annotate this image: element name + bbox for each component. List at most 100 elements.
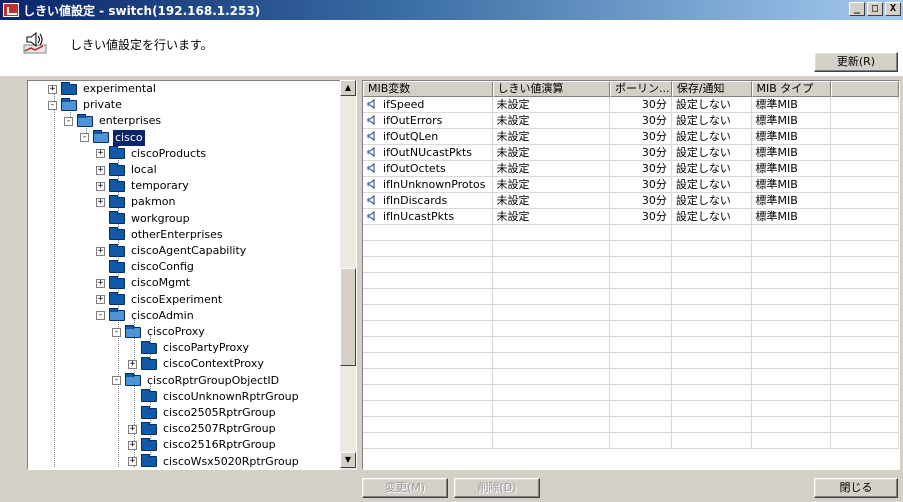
tree-item[interactable]: + cisco2516RptrGroup — [128, 437, 278, 453]
expand-icon[interactable]: + — [96, 181, 105, 191]
collapse-icon[interactable]: - — [80, 133, 89, 143]
tree-item[interactable]: + ciscoProducts — [96, 146, 208, 162]
tree-item[interactable]: - ciscoProxy — [112, 324, 207, 340]
cell-text: 設定しない — [675, 130, 731, 143]
table-body: ifSpeed 未設定 30分 設定しない 標準MIB ifOutErrors 未設定 30分… — [363, 97, 899, 449]
cell-text: ifOutErrors — [383, 114, 443, 127]
tree-item[interactable]: ciscoUnknownRptrGroup — [128, 389, 301, 405]
table-row[interactable]: ifOutErrors 未設定 30分 設定しない 標準MIB — [363, 113, 899, 129]
close-button[interactable]: 閉じる — [814, 478, 898, 498]
delete-button[interactable]: 削除(D) — [454, 478, 540, 498]
tree-item[interactable]: + ciscoAgentCapability — [96, 243, 248, 259]
collapse-icon[interactable]: - — [48, 100, 57, 110]
tree-item[interactable]: ciscoPartyProxy — [128, 340, 251, 356]
table-row[interactable]: ifInUcastPkts 未設定 30分 設定しない 標準MIB — [363, 209, 899, 225]
table-cell — [752, 337, 832, 353]
cell-text: 30分 — [641, 210, 667, 223]
table-cell — [672, 369, 752, 385]
cell-text: 標準MIB — [755, 114, 798, 127]
table-cell: 30分 — [610, 209, 672, 225]
tree-item[interactable]: cisco2505RptrGroup — [128, 405, 278, 421]
table-cell — [363, 385, 493, 401]
column-header-mib-type[interactable]: MIB タイプ — [751, 81, 832, 97]
table-cell — [610, 417, 672, 433]
collapse-icon[interactable]: - — [112, 376, 121, 386]
update-button[interactable]: 更新(R) — [814, 52, 898, 72]
table-cell: 未設定 — [493, 209, 611, 225]
expand-icon[interactable]: + — [96, 165, 105, 175]
tree-item[interactable]: + ciscoWsx5020RptrGroup — [128, 454, 301, 469]
tree-item[interactable]: + cisco2507RptrGroup — [128, 421, 278, 437]
table-cell — [831, 353, 899, 369]
maximize-button[interactable]: □ — [867, 2, 883, 16]
tree-item[interactable]: otherEnterprises — [96, 227, 225, 243]
table-cell — [363, 417, 493, 433]
expand-icon[interactable]: + — [128, 440, 137, 450]
table-row[interactable]: ifSpeed 未設定 30分 設定しない 標準MIB — [363, 97, 899, 113]
minimize-button[interactable]: _ — [849, 2, 865, 16]
table-row[interactable]: ifInDiscards 未設定 30分 設定しない 標準MIB — [363, 193, 899, 209]
speaker-small-icon — [367, 131, 375, 141]
tree-item-label: cisco2516RptrGroup — [163, 438, 276, 452]
tree-item[interactable]: ciscoConfig — [96, 259, 196, 275]
tree-item[interactable]: + local — [96, 162, 159, 178]
tree-item[interactable]: + temporary — [96, 178, 191, 194]
cell-text: 未設定 — [496, 210, 530, 223]
scroll-down-icon[interactable]: ▼ — [340, 452, 356, 468]
table-row — [363, 417, 899, 433]
close-window-button[interactable]: X — [885, 2, 901, 16]
table-cell — [610, 353, 672, 369]
column-header-mib-var[interactable]: MIB変数 — [363, 81, 493, 97]
column-header-threshold[interactable]: しきい値演算 — [492, 81, 611, 97]
table-cell — [493, 369, 611, 385]
title-bar[interactable]: しきい値設定 - switch(192.168.1.253) _ □ X — [0, 0, 903, 20]
expand-icon[interactable]: + — [96, 295, 105, 305]
tree-item-label: ciscoProxy — [147, 325, 205, 338]
tree-item[interactable]: + pakmon — [96, 194, 178, 210]
scroll-thumb[interactable] — [340, 268, 356, 366]
folder-icon — [141, 454, 157, 468]
expand-icon[interactable]: + — [128, 424, 137, 434]
tree-item[interactable]: + ciscoMgmt — [96, 275, 192, 291]
table-cell: 設定しない — [672, 129, 752, 145]
table-row[interactable]: ifOutOctets 未設定 30分 設定しない 標準MIB — [363, 161, 899, 177]
scroll-up-icon[interactable]: ▲ — [340, 80, 356, 96]
table-row[interactable]: ifOutQLen 未設定 30分 設定しない 標準MIB — [363, 129, 899, 145]
column-header-polling[interactable]: ポーリン... — [610, 81, 672, 97]
edit-button[interactable]: 変更(M) — [362, 478, 448, 498]
tree-item[interactable]: + ciscoContextProxy — [128, 356, 266, 372]
tree-item[interactable]: workgroup — [96, 211, 192, 227]
folder-icon — [61, 81, 77, 95]
tree-item[interactable]: + experimental — [48, 81, 158, 97]
tree-item[interactable]: + ciscoExperiment — [96, 292, 224, 308]
cell-text: 標準MIB — [755, 210, 798, 223]
table-row — [363, 353, 899, 369]
table-cell — [610, 369, 672, 385]
collapse-icon[interactable]: - — [64, 116, 73, 126]
tree-item[interactable]: - enterprises — [64, 113, 163, 129]
table-cell — [610, 321, 672, 337]
tree-item-label: ciscoWsx5020RptrGroup — [163, 454, 299, 468]
collapse-icon[interactable]: - — [112, 327, 121, 337]
tree-item[interactable]: - private — [48, 97, 124, 113]
cell-text: ifInUcastPkts — [383, 210, 455, 223]
mib-variable-table[interactable]: MIB変数 しきい値演算 ポーリン... 保存/通知 MIB タイプ ifSpe… — [362, 80, 900, 470]
expand-icon[interactable]: + — [128, 359, 137, 369]
table-row[interactable]: ifInUnknownProtos 未設定 30分 設定しない 標準MIB — [363, 177, 899, 193]
table-row[interactable]: ifOutNUcastPkts 未設定 30分 設定しない 標準MIB — [363, 145, 899, 161]
tree-item[interactable]: - ciscoAdmin — [96, 308, 196, 324]
expand-icon[interactable]: + — [128, 457, 137, 467]
expand-icon[interactable]: + — [96, 278, 105, 288]
expand-icon[interactable]: + — [96, 246, 105, 256]
tree-scrollbar[interactable]: ▲ ▼ — [340, 80, 356, 470]
expand-icon[interactable]: + — [96, 149, 105, 159]
collapse-icon[interactable]: - — [96, 311, 105, 321]
table-cell — [752, 417, 832, 433]
tree-item[interactable]: - ciscoRptrGroupObjectID — [112, 373, 281, 389]
tree-item[interactable]: - cisco — [80, 129, 145, 146]
mib-tree[interactable]: + experimental - private - enterprises - cisco +… — [27, 80, 357, 470]
column-header-empty — [831, 81, 899, 97]
expand-icon[interactable]: + — [48, 84, 57, 94]
column-header-notify[interactable]: 保存/通知 — [671, 81, 752, 97]
expand-icon[interactable]: + — [96, 197, 105, 207]
